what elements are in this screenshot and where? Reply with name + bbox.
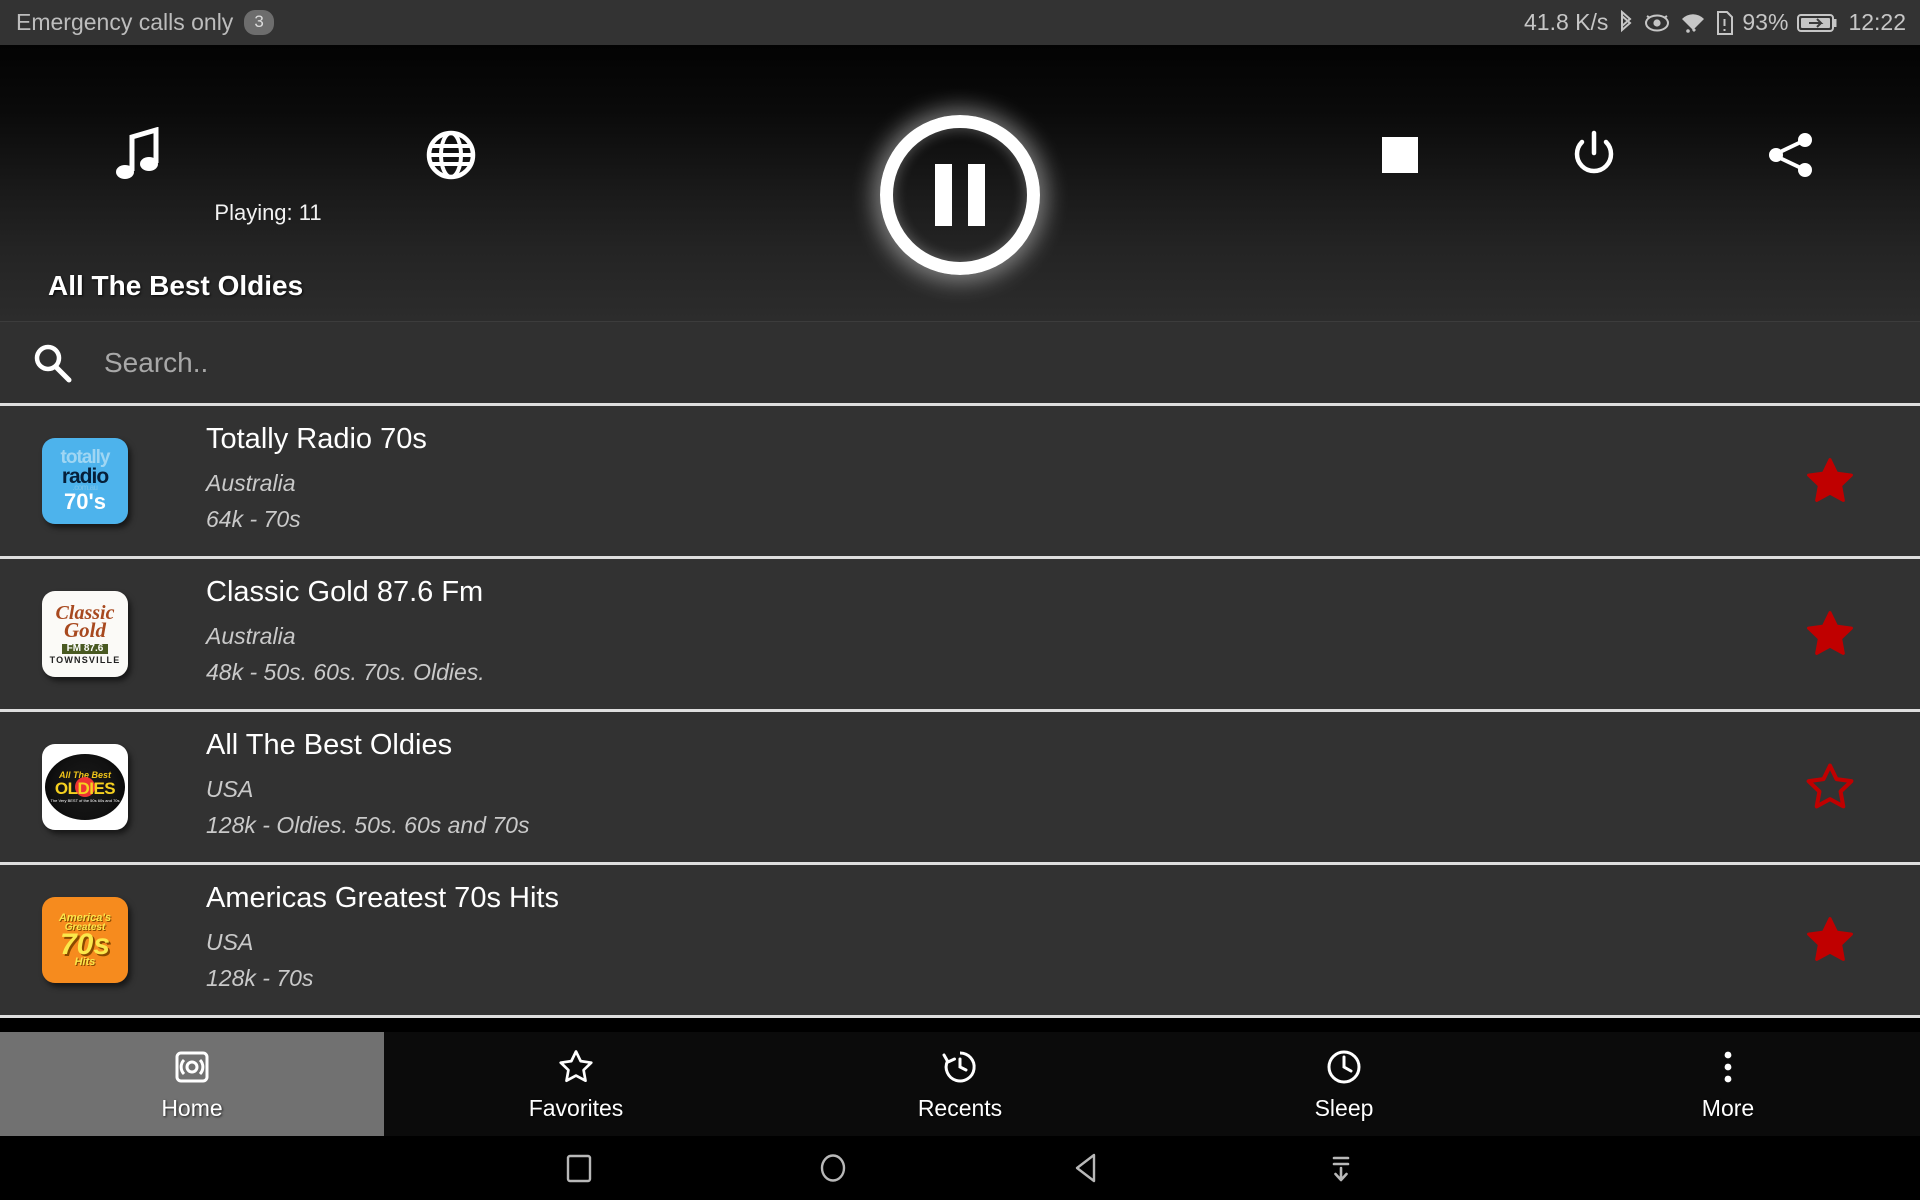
logo-line-2: OLDIES <box>54 779 116 798</box>
favorite-toggle[interactable] <box>1740 760 1920 814</box>
star-outline-icon <box>557 1047 595 1087</box>
recents-square-icon[interactable] <box>549 1143 609 1193</box>
logo-line-3: 70s <box>59 927 111 961</box>
logo-line-4: 70's <box>64 489 106 515</box>
tab-label: Sleep <box>1314 1094 1374 1121</box>
station-info: Americas Greatest 70s Hits USA 128k - 70… <box>170 883 1740 996</box>
back-triangle-icon[interactable] <box>1057 1143 1117 1193</box>
battery-charging-icon <box>1797 12 1839 34</box>
tab-more[interactable]: More <box>1536 1032 1920 1136</box>
page-title: All The Best Oldies <box>48 269 304 301</box>
station-logo-wrap: Classic Gold FM 87.6 TOWNSVILLE <box>0 591 170 677</box>
star-outline-icon <box>1806 763 1854 809</box>
pause-icon <box>935 164 985 226</box>
bottom-navigation: Home Favorites Recents Sleep More <box>0 1032 1920 1136</box>
share-button[interactable] <box>1765 129 1817 181</box>
table-row[interactable]: All The Best OLDIES The Very BEST of the… <box>0 712 1920 865</box>
classic-gold-logo: Classic Gold FM 87.6 TOWNSVILLE <box>42 591 128 677</box>
favorite-toggle[interactable] <box>1740 607 1920 661</box>
station-list: totally radio .com.au 70's Totally Radio… <box>0 406 1920 1018</box>
globe-icon[interactable] <box>426 130 476 180</box>
battery-percent-label: 93% <box>1742 9 1789 35</box>
clock-label: 12:22 <box>1848 9 1906 35</box>
tab-label: Recents <box>917 1094 1003 1121</box>
station-meta: 48k - 50s. 60s. 70s. Oldies. <box>206 658 485 685</box>
music-note-icon[interactable] <box>114 127 160 183</box>
bluetooth-icon <box>1617 9 1635 36</box>
americas-greatest-70s-hits-logo: America's Greatest 70s Hits <box>42 897 128 983</box>
tab-favorites[interactable]: Favorites <box>384 1032 768 1136</box>
playing-count-label: Playing: 11 <box>214 200 322 225</box>
carrier-label: Emergency calls only <box>16 9 234 35</box>
station-info: All The Best Oldies USA 128k - Oldies. 5… <box>170 730 1740 843</box>
station-logo-wrap: All The Best OLDIES The Very BEST of the… <box>0 744 170 830</box>
sim-alert-icon <box>1716 10 1734 35</box>
logo-line-3: FM 87.6 <box>61 644 109 654</box>
station-info: Totally Radio 70s Australia 64k - 70s <box>170 424 1740 537</box>
notification-count-badge: 3 <box>244 10 274 35</box>
search-input[interactable] <box>82 346 1920 379</box>
station-country: USA <box>206 929 254 956</box>
station-meta: 64k - 70s <box>206 505 301 532</box>
favorite-toggle[interactable] <box>1740 913 1920 967</box>
logo-line-3: The Very BEST of the 50s 60s and 70s <box>50 798 120 803</box>
station-name: All The Best Oldies <box>206 729 453 762</box>
player-panel: Playing: 11 <box>0 45 1920 275</box>
overflow-menu-icon <box>1709 1047 1747 1087</box>
home-circle-icon[interactable] <box>803 1143 863 1193</box>
clock-icon <box>1325 1047 1363 1087</box>
status-bar-right: 41.8 K/s 93% 12:22 <box>1524 9 1906 36</box>
station-country: USA <box>206 776 254 803</box>
play-pause-button[interactable] <box>880 115 1040 275</box>
station-info: Classic Gold 87.6 Fm Australia 48k - 50s… <box>170 577 1740 690</box>
logo-line-2: Gold <box>64 618 106 642</box>
totally-radio-70s-logo: totally radio .com.au 70's <box>42 438 128 524</box>
wifi-icon <box>1679 12 1707 34</box>
stop-button[interactable] <box>1379 134 1421 176</box>
tab-recents[interactable]: Recents <box>768 1032 1152 1136</box>
station-logo-wrap: America's Greatest 70s Hits <box>0 897 170 983</box>
tab-label: Favorites <box>528 1094 624 1121</box>
power-button[interactable] <box>1568 129 1620 181</box>
eye-icon <box>1644 13 1670 33</box>
star-filled-icon <box>1807 611 1853 655</box>
favorite-toggle[interactable] <box>1740 454 1920 508</box>
star-filled-icon <box>1807 917 1853 961</box>
search-icon <box>22 343 82 383</box>
status-bar-left: Emergency calls only 3 <box>16 9 274 36</box>
app-root: Emergency calls only 3 41.8 K/s 93% 12:2… <box>0 0 1920 1200</box>
logo-line-4: TOWNSVILLE <box>49 655 121 665</box>
station-country: Australia <box>206 623 296 650</box>
history-icon <box>941 1047 979 1087</box>
station-meta: 128k - 70s <box>206 964 314 991</box>
station-name: Classic Gold 87.6 Fm <box>206 576 484 609</box>
status-bar: Emergency calls only 3 41.8 K/s 93% 12:2… <box>0 0 1920 45</box>
station-country: Australia <box>206 470 296 497</box>
station-logo-wrap: totally radio .com.au 70's <box>0 438 170 524</box>
logo-line-4: Hits <box>74 956 96 968</box>
station-name: Totally Radio 70s <box>206 423 427 456</box>
table-row[interactable]: Classic Gold FM 87.6 TOWNSVILLE Classic … <box>0 559 1920 712</box>
all-the-best-oldies-logo: All The Best OLDIES The Very BEST of the… <box>42 744 128 830</box>
broadcast-icon <box>173 1047 211 1087</box>
tab-label: More <box>1701 1094 1755 1121</box>
tab-label: Home <box>161 1094 223 1121</box>
hide-navbar-icon[interactable] <box>1311 1143 1371 1193</box>
station-name: Americas Greatest 70s Hits <box>206 882 559 915</box>
tab-home[interactable]: Home <box>0 1032 384 1136</box>
table-row[interactable]: America's Greatest 70s Hits Americas Gre… <box>0 865 1920 1018</box>
search-bar[interactable] <box>0 322 1920 406</box>
table-row[interactable]: totally radio .com.au 70's Totally Radio… <box>0 406 1920 559</box>
tab-sleep[interactable]: Sleep <box>1152 1032 1536 1136</box>
star-filled-icon <box>1807 458 1853 502</box>
network-speed-label: 41.8 K/s <box>1524 9 1609 35</box>
station-meta: 128k - Oldies. 50s. 60s and 70s <box>206 811 530 838</box>
system-navigation-bar <box>0 1136 1920 1200</box>
